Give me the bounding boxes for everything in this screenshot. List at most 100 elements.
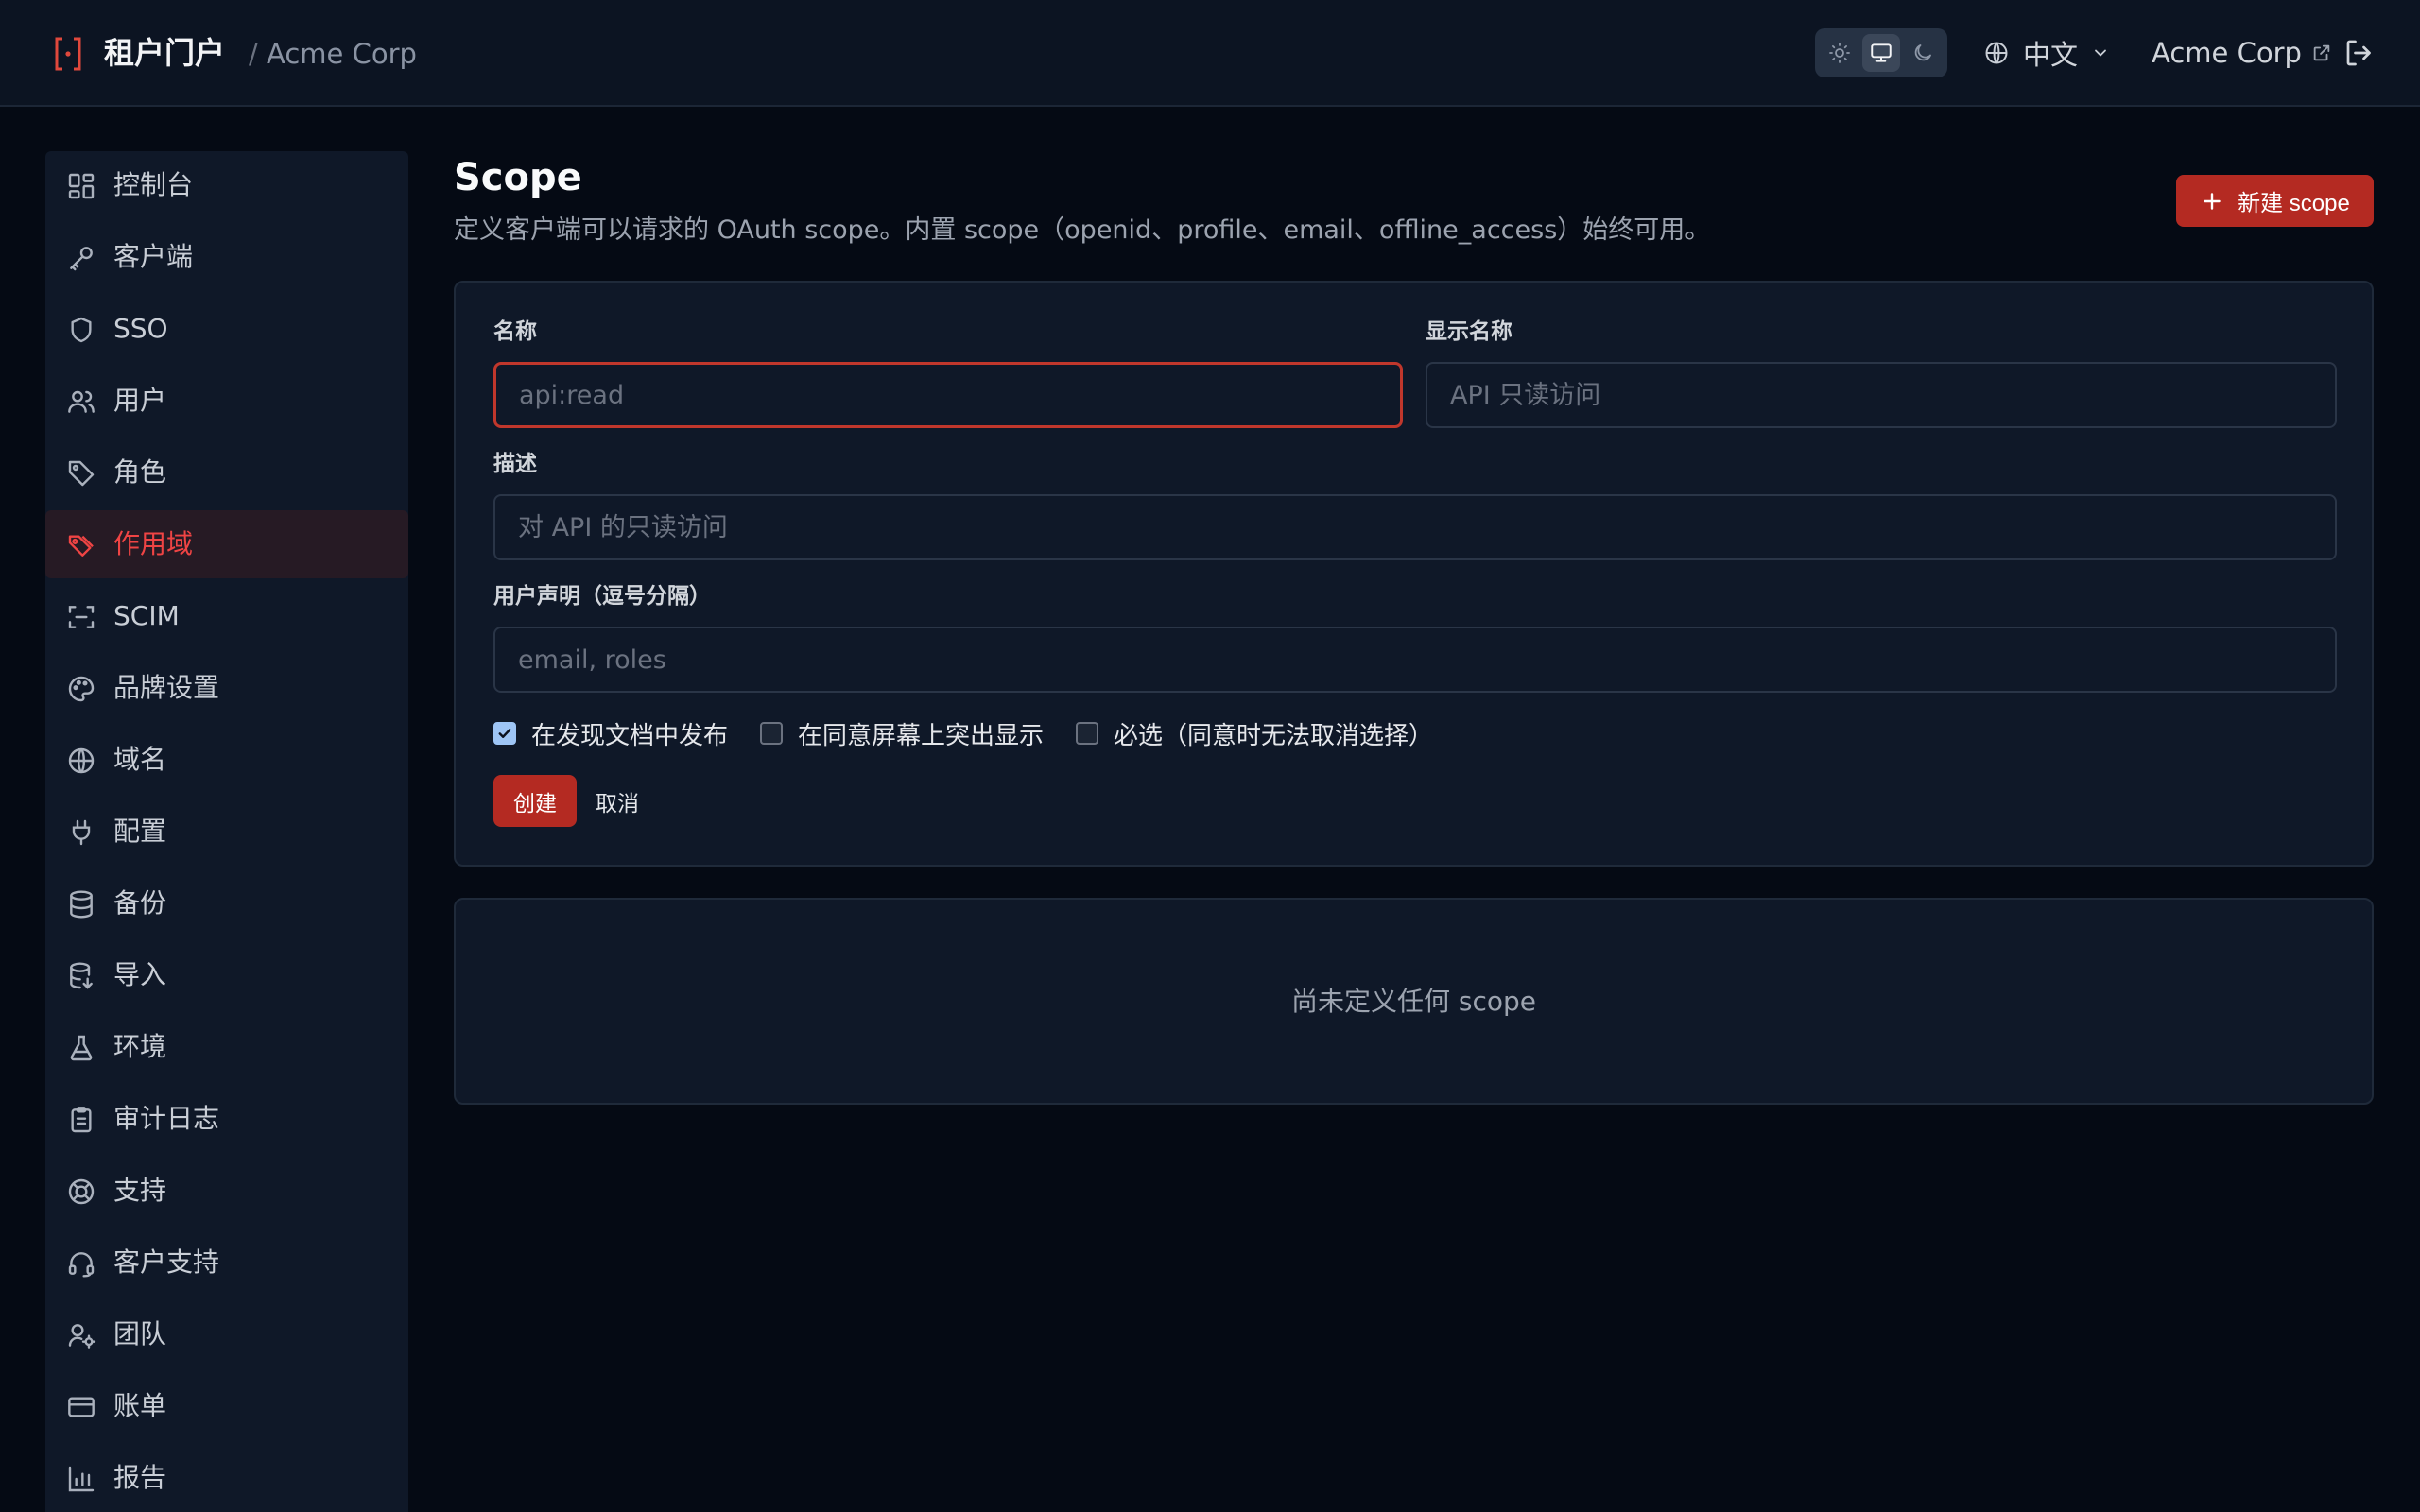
sidebar-item-label: 导入 bbox=[113, 959, 167, 990]
users-icon bbox=[68, 390, 95, 413]
description-input[interactable] bbox=[493, 494, 2337, 560]
new-scope-label: 新建 scope bbox=[2238, 191, 2350, 216]
create-button[interactable]: 创建 bbox=[493, 775, 577, 827]
sidebar-item-sso[interactable]: SSO bbox=[45, 295, 408, 363]
display-name-input[interactable] bbox=[1426, 362, 2337, 428]
brand-separator: / bbox=[249, 38, 258, 70]
top-bar: 租户门户 / Acme Corp 中文 Acme Corp bbox=[0, 0, 2420, 107]
sidebar-item-billing[interactable]: 账单 bbox=[45, 1372, 408, 1440]
chevron-down-icon bbox=[2095, 49, 2106, 57]
sidebar-item-audit-log[interactable]: 审计日志 bbox=[45, 1085, 408, 1153]
org-link-label: Acme Corp bbox=[2152, 37, 2302, 69]
name-input[interactable] bbox=[493, 362, 1403, 428]
language-label: 中文 bbox=[2023, 39, 2079, 71]
dark-theme-button[interactable] bbox=[1904, 34, 1942, 72]
sidebar-item-label: 客户支持 bbox=[113, 1246, 220, 1278]
theme-switcher bbox=[1815, 28, 1947, 77]
language-selector[interactable]: 中文 bbox=[1983, 32, 2110, 74]
required-checkbox-row[interactable]: 必选（同意时无法取消选择） bbox=[1076, 716, 1433, 750]
monitor-icon bbox=[1871, 43, 1892, 62]
sidebar-item-label: 团队 bbox=[113, 1318, 167, 1349]
external-link-icon bbox=[2313, 44, 2330, 61]
sidebar-item-label: SSO bbox=[113, 313, 168, 344]
highlight-checkbox[interactable] bbox=[760, 722, 783, 745]
plug-icon bbox=[72, 819, 91, 846]
sidebar-item-config[interactable]: 配置 bbox=[45, 798, 408, 866]
highlight-checkbox-label: 在同意屏幕上突出显示 bbox=[798, 721, 1045, 750]
dashboard-icon bbox=[68, 173, 95, 199]
sidebar-item-team[interactable]: 团队 bbox=[45, 1300, 408, 1368]
sidebar-item-scopes[interactable]: 作用域 bbox=[45, 510, 408, 578]
lifebuoy-icon bbox=[68, 1178, 95, 1205]
sidebar-item-label: 环境 bbox=[113, 1031, 167, 1062]
publish-checkbox-row[interactable]: 在发现文档中发布 bbox=[493, 716, 728, 750]
page-title: Scope bbox=[454, 156, 582, 199]
globe-icon bbox=[68, 747, 95, 774]
sidebar-item-label: 报告 bbox=[113, 1462, 167, 1493]
bar-chart-icon bbox=[68, 1466, 95, 1492]
claims-label: 用户声明（逗号分隔） bbox=[493, 584, 711, 609]
sun-icon bbox=[1829, 43, 1850, 63]
sidebar-item-label: 品牌设置 bbox=[113, 672, 220, 703]
sidebar-item-label: 审计日志 bbox=[113, 1103, 220, 1134]
sidebar-item-dashboard[interactable]: 控制台 bbox=[45, 151, 408, 219]
required-checkbox-label: 必选（同意时无法取消选择） bbox=[1114, 721, 1434, 750]
key-icon bbox=[70, 247, 93, 271]
sidebar-item-users[interactable]: 用户 bbox=[45, 367, 408, 435]
sidebar-item-label: SCIM bbox=[113, 600, 180, 631]
page-description: 定义客户端可以请求的 OAuth scope。内置 scope（openid、p… bbox=[454, 215, 1711, 245]
sidebar-item-clients[interactable]: 客户端 bbox=[45, 223, 408, 291]
palette-icon bbox=[68, 676, 95, 702]
sidebar-item-domains[interactable]: 域名 bbox=[45, 726, 408, 794]
light-theme-button[interactable] bbox=[1821, 34, 1858, 72]
org-external-link[interactable]: Acme Corp bbox=[2152, 32, 2332, 74]
sidebar-item-label: 客户端 bbox=[113, 241, 194, 272]
sidebar-item-import[interactable]: 导入 bbox=[45, 941, 408, 1009]
database-icon bbox=[70, 890, 93, 919]
credit-card-icon bbox=[68, 1397, 95, 1418]
claims-input[interactable] bbox=[493, 627, 2337, 693]
name-label: 名称 bbox=[493, 319, 537, 344]
system-theme-button[interactable] bbox=[1862, 34, 1900, 72]
scope-form: 名称 显示名称 描述 用户声明（逗号分隔） bbox=[454, 281, 2374, 867]
brand-title: 租户门户 bbox=[104, 35, 226, 71]
brand-logo-icon bbox=[55, 37, 81, 71]
sidebar-item-label: 账单 bbox=[113, 1390, 167, 1421]
sidebar-item-backup[interactable]: 备份 bbox=[45, 869, 408, 937]
publish-checkbox-label: 在发现文档中发布 bbox=[531, 721, 729, 750]
sidebar-item-roles[interactable]: 角色 bbox=[45, 438, 408, 507]
new-scope-button[interactable]: 新建 scope bbox=[2176, 175, 2374, 227]
database-import-icon bbox=[70, 962, 93, 989]
sidebar-item-label: 域名 bbox=[113, 744, 167, 775]
sidebar-item-scim[interactable]: SCIM bbox=[45, 582, 408, 650]
sidebar-item-label: 作用域 bbox=[113, 528, 194, 559]
sidebar-item-label: 配置 bbox=[113, 816, 167, 847]
sidebar-item-label: 控制台 bbox=[113, 169, 194, 200]
moon-icon bbox=[1914, 44, 1931, 61]
globe-icon bbox=[1985, 42, 2008, 64]
sidebar-item-customer-support[interactable]: 客户支持 bbox=[45, 1228, 408, 1297]
publish-checkbox[interactable] bbox=[493, 722, 516, 745]
user-cog-icon bbox=[68, 1324, 96, 1349]
required-checkbox[interactable] bbox=[1076, 722, 1098, 745]
scope-list-empty: 尚未定义任何 scope bbox=[454, 898, 2374, 1105]
sidebar-item-label: 角色 bbox=[113, 456, 167, 488]
sidebar-item-environment[interactable]: 环境 bbox=[45, 1013, 408, 1081]
headset-icon bbox=[68, 1252, 95, 1278]
display-name-label: 显示名称 bbox=[1426, 319, 1512, 344]
tenant-name: Acme Corp bbox=[267, 38, 417, 70]
sidebar-item-support[interactable]: 支持 bbox=[45, 1157, 408, 1225]
clipboard-icon bbox=[71, 1107, 92, 1133]
cancel-button[interactable]: 取消 bbox=[596, 775, 639, 827]
logout-icon[interactable] bbox=[2342, 36, 2377, 70]
sidebar-item-label: 支持 bbox=[113, 1175, 167, 1206]
flask-icon bbox=[70, 1035, 93, 1061]
plus-icon bbox=[2204, 192, 2221, 210]
highlight-checkbox-row[interactable]: 在同意屏幕上突出显示 bbox=[760, 716, 1044, 750]
sidebar: 控制台 客户端 SSO 用户 角色 作用域 SCIM 品牌设置 域名 配置 备份 bbox=[45, 151, 408, 1512]
scan-icon bbox=[68, 606, 95, 628]
sidebar-item-branding[interactable]: 品牌设置 bbox=[45, 654, 408, 722]
check-icon bbox=[498, 729, 511, 738]
tag-icon bbox=[68, 460, 95, 487]
sidebar-item-reports[interactable]: 报告 bbox=[45, 1444, 408, 1512]
